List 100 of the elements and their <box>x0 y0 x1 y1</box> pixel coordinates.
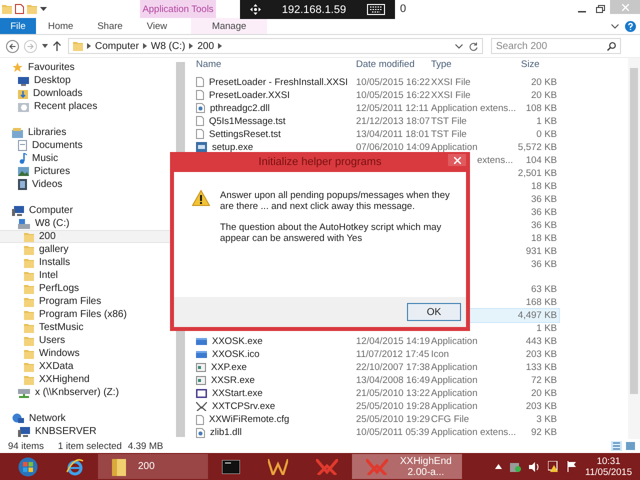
warning-shield-icon[interactable] <box>548 461 560 472</box>
file-row[interactable]: XXOSK.exe 12/04/2015 14:19Application 443 KB <box>192 335 559 348</box>
breadcrumb-link[interactable]: 200 <box>197 40 214 52</box>
file-size: 20 KB <box>530 90 558 101</box>
file-row[interactable]: PresetLoader - FreshInstall.XXSI 10/05/2015 16:22XXSI File 20 KB <box>192 76 559 89</box>
file-row[interactable]: PresetLoader.XXSI 10/05/2015 16:22XXSI File 20 KB <box>192 88 559 102</box>
file-row[interactable]: XXSR.exe 13/04/2008 16:49Application 72 KB <box>192 374 559 388</box>
nav-item[interactable]: Network <box>0 412 175 425</box>
breadcrumb-link[interactable]: W8 (C:) <box>150 40 186 52</box>
nav-item[interactable]: Downloads <box>0 87 175 100</box>
file-size: 104 KB <box>524 154 558 166</box>
large-icons-view-icon[interactable] <box>625 441 636 451</box>
file-row[interactable]: XXStart.exe 21/05/2010 13:22Application 20 KB <box>192 387 559 400</box>
file-row[interactable]: zlib1.dll 10/05/2011 05:39 Application extens... 92 KB <box>192 426 559 439</box>
file-row[interactable]: XXTCPSrv.exe 25/05/2010 19:28Application 203 KB <box>192 400 559 414</box>
taskbar-button[interactable]: 200 <box>98 454 208 479</box>
search-field[interactable]: Search 200 <box>491 38 621 54</box>
column-header[interactable]: Name <box>192 58 352 70</box>
nav-item[interactable]: PerfLogs <box>0 282 175 295</box>
search-icon <box>607 42 616 51</box>
file-row[interactable]: XXP.exe 22/10/2007 17:38Application 133 KB <box>192 361 559 374</box>
date-modified: 22/10/2007 17:38 <box>355 362 427 374</box>
selection-count: 1 item selected <box>58 440 122 452</box>
nav-item[interactable]: KNBSERVER <box>0 425 175 438</box>
clock[interactable]: 10:31 11/05/2015 <box>585 456 632 478</box>
ribbon-tab[interactable]: Share <box>85 18 135 34</box>
speaker-icon[interactable] <box>529 462 540 472</box>
ok-button[interactable]: OK <box>407 303 461 321</box>
gear-file-icon <box>196 103 205 114</box>
file-size: 20 KB <box>530 76 558 88</box>
nav-item[interactable]: Documents <box>0 139 175 152</box>
file-row[interactable]: SettingsReset.tst 13/04/2011 18:01 TST File 0 KB <box>192 128 559 141</box>
back-icon[interactable] <box>6 40 19 52</box>
nav-item[interactable]: Computer <box>0 204 175 217</box>
taskbar-button[interactable]: XXHighEnd 2.00-a... <box>352 454 462 479</box>
date-modified: 11/07/2012 17:45 <box>355 349 427 360</box>
flag-icon[interactable] <box>567 461 578 472</box>
restore-icon[interactable] <box>596 5 605 13</box>
scrollbar[interactable] <box>628 58 640 439</box>
help-icon[interactable] <box>625 20 636 32</box>
ribbon-tab[interactable]: Manage <box>191 18 268 34</box>
x-logo-icon <box>366 458 388 474</box>
nav-item[interactable]: Music <box>0 152 175 165</box>
nav-item[interactable]: W8 (C:) <box>0 217 175 230</box>
nav-item[interactable]: Program Files (x86) <box>0 308 175 321</box>
dropdown-caret-icon[interactable] <box>42 44 48 48</box>
installer-icon <box>196 142 207 152</box>
nav-item[interactable]: XXData <box>0 360 175 373</box>
ribbon-tab[interactable]: View <box>134 18 180 34</box>
keyboard-icon[interactable] <box>366 4 385 15</box>
network-status-icon[interactable] <box>510 461 522 472</box>
dropdown-caret-icon[interactable] <box>455 44 463 48</box>
move-icon[interactable] <box>250 4 261 15</box>
folder-icon <box>24 296 34 306</box>
nav-item[interactable]: Videos <box>0 178 175 191</box>
breadcrumb-link[interactable]: Computer <box>95 40 139 52</box>
ribbon-tab[interactable]: Home <box>36 18 86 34</box>
nav-item[interactable]: Windows <box>0 347 175 360</box>
nav-item[interactable]: Users <box>0 334 175 347</box>
file-row[interactable]: pthreadgc2.dll 12/05/2011 12:11 Application extens... 108 KB <box>192 102 559 115</box>
file-size: 4,497 KB <box>517 310 558 322</box>
file-row[interactable]: XXOSK.ico 11/07/2012 17:45 Icon 203 KB <box>192 348 559 362</box>
up-arrow-icon[interactable] <box>53 41 61 51</box>
new-document-icon[interactable] <box>15 4 24 14</box>
folder-icon <box>24 362 34 372</box>
address-field[interactable]: Computer W8 (C:) 200 <box>68 38 483 54</box>
nav-item[interactable]: Recent places <box>0 100 175 113</box>
nav-item[interactable]: Intel <box>0 269 175 282</box>
file-row[interactable]: XXWiFiRemote.cfg 25/05/2010 19:29 CFG File 3 KB <box>192 413 559 426</box>
nav-item[interactable]: gallery <box>0 243 175 256</box>
details-view-icon[interactable] <box>611 441 622 451</box>
file-size: 0 KB <box>535 128 558 140</box>
file-row[interactable]: setup.exe 07/06/2010 14:09Application 5,572 KB <box>192 140 559 154</box>
refresh-icon[interactable] <box>469 42 478 50</box>
date-modified: 21/05/2010 13:22 <box>355 388 427 400</box>
nav-item[interactable]: Installs <box>0 256 175 269</box>
ribbon-tab[interactable]: File <box>0 18 36 34</box>
file-name: XXOSK.ico <box>212 349 260 360</box>
column-header[interactable]: Type <box>427 58 517 70</box>
nav-item[interactable]: Libraries <box>0 126 175 139</box>
nav-item[interactable]: XXHighend <box>0 373 175 386</box>
caret-up-icon[interactable] <box>495 464 502 469</box>
file-row[interactable]: Q5Is1Message.tst 21/12/2013 18:07TST File 1 KB <box>192 114 559 128</box>
chevron-down-icon[interactable] <box>611 24 619 28</box>
column-header[interactable]: Size <box>517 58 559 70</box>
nav-item[interactable]: TestMusic <box>0 321 175 334</box>
nav-item[interactable]: Favourites <box>0 61 175 74</box>
nav-item[interactable]: Desktop <box>0 74 175 87</box>
computer-icon <box>18 426 30 436</box>
start-orb-icon <box>18 456 38 476</box>
nav-item[interactable]: Pictures <box>0 165 175 178</box>
nav-item[interactable]: x (\\Knbserver) (Z:) <box>0 386 175 399</box>
folder-icon <box>2 4 12 14</box>
folder-icon <box>24 258 34 268</box>
nav-item[interactable]: Program Files <box>0 295 175 308</box>
file-name: PresetLoader - FreshInstall.XXSI <box>209 76 348 88</box>
close-button[interactable] <box>448 154 466 166</box>
window-icon <box>196 389 207 398</box>
column-header[interactable]: Date modified <box>352 58 427 70</box>
dropdown-caret-icon[interactable] <box>40 6 47 12</box>
